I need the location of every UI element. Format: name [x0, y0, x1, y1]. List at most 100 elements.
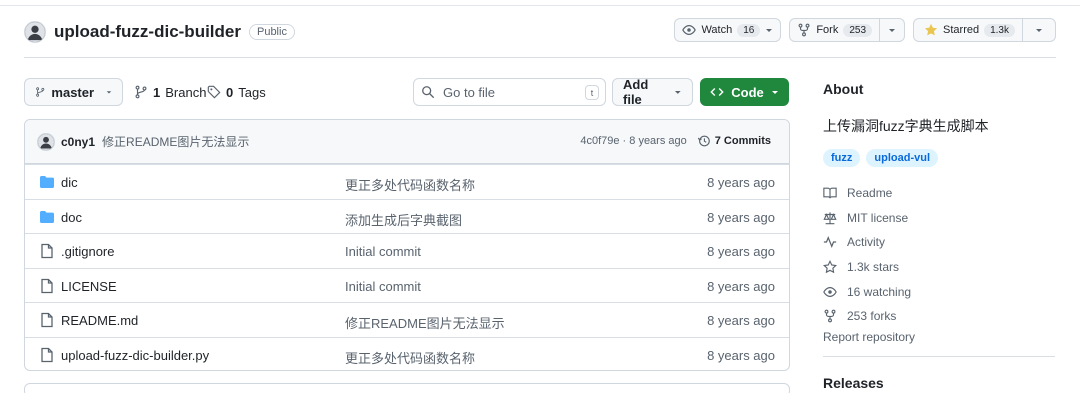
tag-count-label: Tags — [238, 84, 266, 100]
chevron-down-icon — [766, 29, 773, 32]
history-icon — [697, 135, 710, 147]
fork-dropdown[interactable] — [879, 19, 904, 41]
branches-link[interactable]: 1 Branch — [134, 78, 206, 106]
file-commit-message[interactable]: 修正README图片无法显示 — [345, 313, 505, 332]
visibility-badge: Public — [248, 24, 295, 40]
fork-label: Fork — [816, 24, 839, 36]
author-avatar[interactable] — [37, 132, 55, 151]
file-name[interactable]: README.md — [61, 313, 138, 328]
owner-avatar[interactable] — [24, 21, 46, 43]
star-filled-icon — [924, 23, 938, 36]
repo-name[interactable]: upload-fuzz-dic-builder — [54, 22, 241, 42]
branch-icon — [36, 87, 45, 97]
file-age: 8 years ago — [707, 209, 775, 225]
branch-selector[interactable]: master — [24, 78, 123, 106]
forks-label: 253 forks — [847, 309, 897, 324]
latest-commit-bar: c0ny1 修正README图片无法显示 4c0f79e · 8 years a… — [25, 120, 789, 164]
file-commit-message[interactable]: Initial commit — [345, 244, 421, 259]
file-icon — [41, 312, 53, 328]
watchers-link[interactable]: 16 watching — [823, 279, 1055, 304]
readme-link[interactable]: Readme — [823, 181, 1055, 206]
book-icon — [823, 187, 837, 199]
activity-link[interactable]: Activity — [823, 230, 1055, 255]
code-label: Code — [731, 84, 764, 100]
code-button[interactable]: Code — [700, 78, 789, 106]
eye-icon — [823, 286, 837, 297]
stars-link[interactable]: 1.3k stars — [823, 255, 1055, 280]
top-border — [0, 0, 1080, 6]
file-commit-message[interactable]: 更正多处代码函数名称 — [345, 348, 475, 367]
watchers-label: 16 watching — [847, 284, 912, 299]
branch-icon — [135, 85, 147, 99]
file-name[interactable]: dic — [61, 175, 78, 190]
file-commit-message[interactable]: 添加生成后字典截图 — [345, 210, 462, 229]
topic-tag[interactable]: fuzz — [823, 149, 861, 167]
law-icon — [823, 212, 837, 225]
add-file-button[interactable]: Add file — [612, 77, 693, 107]
file-commit-message[interactable]: Initial commit — [345, 279, 421, 294]
file-row[interactable]: dic 更正多处代码函数名称 8 years ago — [25, 164, 789, 199]
chevron-down-icon — [889, 29, 896, 32]
file-name[interactable]: doc — [61, 210, 82, 225]
file-row[interactable]: README.md 修正README图片无法显示 8 years ago — [25, 302, 789, 337]
commits-count: 7 Commits — [714, 135, 771, 147]
file-row[interactable]: doc 添加生成后字典截图 8 years ago — [25, 198, 789, 234]
file-list: c0ny1 修正README图片无法显示 4c0f79e · 8 years a… — [24, 119, 790, 371]
license-link[interactable]: MIT license — [823, 206, 1055, 231]
tags-link[interactable]: 0 Tags — [207, 78, 266, 106]
stars-label: 1.3k stars — [847, 260, 900, 275]
commit-message[interactable]: 修正README图片无法显示 — [102, 133, 249, 150]
tag-icon — [207, 85, 221, 99]
readme-label: Readme — [847, 186, 893, 201]
go-to-file-input[interactable]: Go to file t — [413, 78, 606, 106]
file-age: 8 years ago — [707, 175, 775, 190]
star-label: Starred — [943, 24, 980, 36]
star-button[interactable]: Starred 1.3k — [913, 18, 1056, 42]
tag-count: 0 — [226, 84, 234, 100]
topic-tag[interactable]: upload-vul — [866, 149, 938, 167]
about-sidebar: About 上传漏洞fuzz字典生成脚本 fuzz upload-vul Rea… — [823, 81, 1055, 391]
file-icon — [41, 278, 53, 293]
commit-age: · 8 years ago — [622, 135, 687, 147]
about-title: About — [823, 81, 864, 97]
file-commit-message[interactable]: 更正多处代码函数名称 — [345, 175, 475, 194]
code-icon — [710, 88, 724, 96]
commit-hash[interactable]: 4c0f79e — [580, 135, 619, 147]
report-repository-link[interactable]: Report repository — [823, 330, 1055, 344]
branch-name: master — [51, 84, 95, 100]
branch-count-label: Branch — [165, 84, 207, 100]
file-row[interactable]: .gitignore Initial commit 8 years ago — [25, 233, 789, 268]
file-toolbar: master 1 Branch 0 Tags Go to file t Add … — [24, 77, 789, 107]
topic-list: fuzz upload-vul — [823, 149, 1055, 167]
commit-author[interactable]: c0ny1 — [61, 135, 95, 149]
file-row[interactable]: LICENSE Initial commit 8 years ago — [25, 267, 789, 303]
chevron-down-icon — [675, 91, 682, 94]
repo-description: 上传漏洞fuzz字典生成脚本 — [823, 118, 989, 134]
watch-count: 16 — [737, 23, 761, 37]
file-name[interactable]: .gitignore — [61, 244, 114, 259]
file-age: 8 years ago — [707, 347, 775, 363]
star-dropdown[interactable] — [1022, 19, 1055, 41]
file-age: 8 years ago — [707, 313, 775, 328]
add-file-label: Add file — [623, 77, 649, 107]
pulse-icon — [823, 236, 837, 249]
header-divider — [24, 57, 1056, 58]
branch-count: 1 — [153, 84, 161, 100]
watch-label: Watch — [701, 24, 733, 36]
repo-header: upload-fuzz-dic-builder Public Watch 16 … — [24, 17, 1056, 47]
fork-button[interactable]: Fork 253 — [789, 18, 906, 42]
readme-box — [24, 383, 790, 393]
search-icon — [422, 86, 435, 99]
watch-button[interactable]: Watch 16 — [674, 18, 782, 42]
file-name[interactable]: LICENSE — [61, 279, 117, 294]
forks-link[interactable]: 253 forks — [823, 304, 1055, 329]
commits-link[interactable]: 7 Commits — [697, 134, 771, 148]
file-icon — [41, 347, 53, 362]
sidebar-divider — [823, 355, 1055, 357]
releases-title[interactable]: Releases — [823, 375, 1055, 391]
search-placeholder: Go to file — [443, 84, 496, 100]
repo-actions: Watch 16 Fork 253 Starred 1.3k — [674, 18, 1056, 42]
file-row[interactable]: upload-fuzz-dic-builder.py 更正多处代码函数名称 8 … — [25, 336, 789, 371]
repo-meta-list: Readme MIT license Activity 1.3k stars 1… — [823, 181, 1055, 329]
file-name[interactable]: upload-fuzz-dic-builder.py — [61, 348, 209, 363]
